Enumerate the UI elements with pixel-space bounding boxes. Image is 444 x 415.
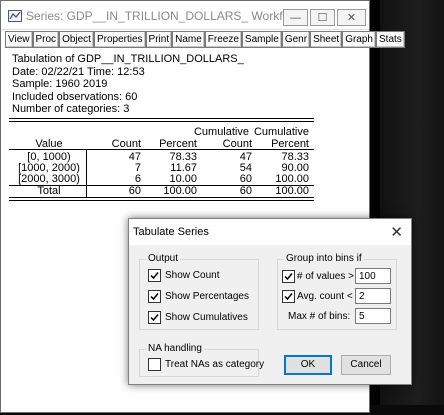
sheet-button[interactable]: Sheet <box>310 31 343 48</box>
maximize-icon: ☐ <box>317 12 328 24</box>
output-categories: Number of categories: 3 <box>12 103 130 115</box>
treat-nas-label: Treat NAs as category <box>165 359 265 370</box>
toolbar: View Proc Object Properties Print Name F… <box>5 31 405 48</box>
table-rule <box>9 197 314 198</box>
window-title: Series: GDP__IN_TRILLION_DOLLARS_ Workfi… <box>26 9 308 23</box>
ok-button[interactable]: OK <box>284 355 332 375</box>
view-button[interactable]: View <box>5 31 33 48</box>
show-percentages-checkbox[interactable] <box>148 290 161 303</box>
bins-group: Group into bins if # of values > Avg. co… <box>277 253 397 330</box>
maximize-button[interactable]: ☐ <box>310 9 335 26</box>
close-icon: ✕ <box>346 12 357 24</box>
output-group-label: Output <box>146 253 181 264</box>
output-title: Tabulation of GDP__IN_TRILLION_DOLLARS_ <box>12 53 244 65</box>
max-bins-label: Max # of bins: <box>288 311 351 322</box>
show-count-label: Show Count <box>165 270 220 281</box>
table-rule <box>9 121 314 122</box>
table-rule <box>9 118 314 119</box>
properties-button[interactable]: Properties <box>93 31 146 48</box>
output-sample: Sample: 1960 2019 <box>12 78 108 90</box>
cancel-button[interactable]: Cancel <box>341 355 391 375</box>
table-cell: 100.00 <box>275 173 309 185</box>
table-rule <box>9 149 314 150</box>
na-handling-group: NA handling Treat NAs as category <box>139 343 264 377</box>
num-values-field[interactable] <box>355 268 391 284</box>
output-observations: Included observations: 60 <box>12 90 138 103</box>
sample-button[interactable]: Sample <box>241 31 282 48</box>
num-values-label: # of values > <box>297 271 354 282</box>
object-button[interactable]: Object <box>59 31 94 48</box>
table-cell: 100.00 <box>163 185 197 197</box>
output-header: Tabulation of GDP__IN_TRILLION_DOLLARS_ … <box>12 53 352 116</box>
show-percentages-label: Show Percentages <box>165 291 249 302</box>
show-cumulatives-checkbox[interactable] <box>148 311 161 324</box>
table-cell: 10.00 <box>169 173 197 185</box>
table-cell: 60 <box>239 173 252 185</box>
minimize-button[interactable]: — <box>283 9 308 26</box>
genr-button[interactable]: Genr <box>281 31 311 48</box>
print-button[interactable]: Print <box>145 31 173 48</box>
num-values-checkbox[interactable] <box>282 270 295 283</box>
output-group: Output Show Count Show Percentages Show … <box>139 253 259 330</box>
table-total-label: Total <box>37 185 61 197</box>
avg-count-field[interactable] <box>355 288 391 304</box>
treat-nas-checkbox[interactable] <box>148 358 161 371</box>
table-cell: 60 <box>128 185 141 197</box>
avg-count-checkbox[interactable] <box>282 290 295 303</box>
max-bins-field[interactable] <box>355 308 391 324</box>
na-handling-label: NA handling <box>146 343 204 354</box>
show-count-checkbox[interactable] <box>148 269 161 282</box>
output-date: Date: 02/22/21 Time: 12:53 <box>12 65 145 78</box>
table-rule <box>9 200 314 201</box>
avg-count-label: Avg. count < <box>297 291 353 302</box>
name-button[interactable]: Name <box>172 31 205 48</box>
stats-button[interactable]: Stats <box>376 31 405 48</box>
series-icon <box>8 10 22 22</box>
bins-group-label: Group into bins if <box>284 253 364 264</box>
col-header-cumulative-count-top: Cumulative <box>193 126 249 138</box>
graph-button[interactable]: Graph <box>342 31 376 48</box>
close-button[interactable]: ✕ <box>337 9 366 26</box>
table-vline <box>86 150 87 197</box>
title-bar[interactable]: Series: GDP__IN_TRILLION_DOLLARS_ Workfi… <box>1 1 369 30</box>
show-cumulatives-label: Show Cumulatives <box>165 312 248 323</box>
table-cell: [2000, 3000) <box>18 173 80 185</box>
proc-button[interactable]: Proc <box>32 31 60 48</box>
table-cell: 100.00 <box>275 185 309 197</box>
dialog-close-icon[interactable]: ✕ <box>390 223 403 241</box>
table-cell: 6 <box>134 173 141 185</box>
col-header-cumulative-percent-top: Cumulative <box>253 126 309 138</box>
dialog-title: Tabulate Series <box>133 226 209 238</box>
tabulate-series-dialog: Tabulate Series ✕ Output Show Count Show… <box>128 218 412 385</box>
freeze-button[interactable]: Freeze <box>204 31 242 48</box>
minimize-icon: — <box>290 11 301 24</box>
table-cell: 60 <box>239 185 252 197</box>
dialog-title-bar[interactable]: Tabulate Series ✕ <box>129 219 411 245</box>
